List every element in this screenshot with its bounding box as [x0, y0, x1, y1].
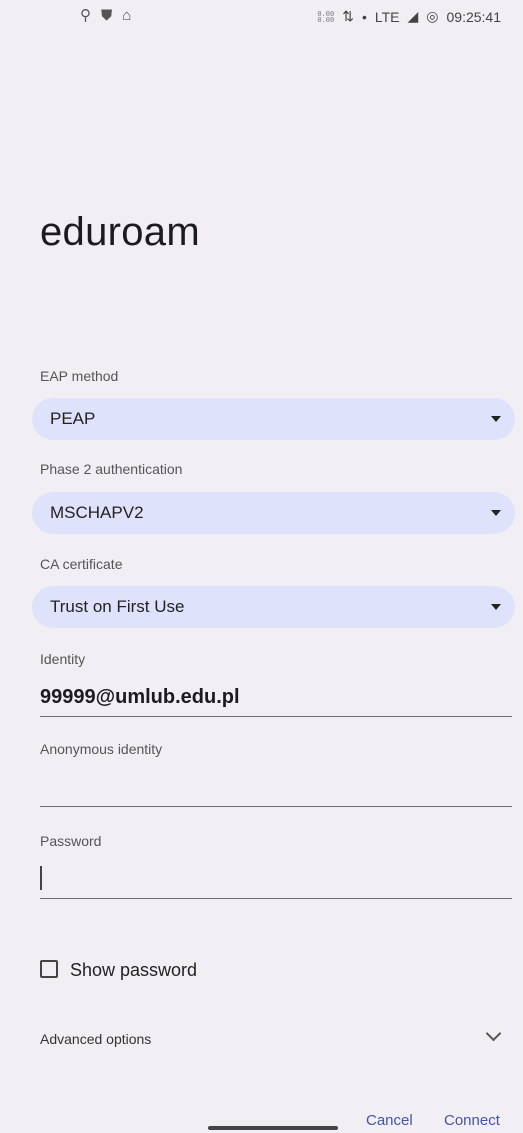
data-speed-indicator: 0.00 0.00 — [317, 9, 335, 24]
password-field[interactable] — [40, 862, 512, 899]
text-cursor — [40, 866, 42, 890]
dropdown-arrow-icon — [491, 510, 501, 516]
status-bar: ⚲ ⛊ ⌂ 0.00 0.00 ⇅ • LTE ◢ ◎ 09:25:41 — [0, 0, 523, 40]
identity-field[interactable] — [40, 680, 512, 717]
anonymous-identity-label: Anonymous identity — [40, 741, 163, 757]
clock: 09:25:41 — [446, 8, 502, 25]
ca-certificate-label: CA certificate — [40, 556, 123, 572]
network-title: eduroam — [40, 210, 200, 254]
home-icon: ⌂ — [122, 6, 132, 24]
signal-icon: ◢ — [407, 8, 419, 24]
ca-certificate-dropdown[interactable]: Trust on First Use — [32, 586, 515, 628]
network-type: LTE — [374, 8, 400, 25]
sync-icon: ⚲ — [80, 7, 91, 24]
status-indicators: 0.00 0.00 ⇅ • LTE ◢ ◎ 09:25:41 — [317, 8, 501, 25]
identity-label: Identity — [40, 651, 86, 667]
anonymous-identity-field[interactable] — [40, 770, 512, 807]
cancel-button[interactable]: Cancel — [366, 1112, 413, 1129]
dropdown-arrow-icon — [491, 604, 501, 610]
connect-button[interactable]: Connect — [444, 1112, 500, 1129]
notification-icons: ⚲ ⛊ ⌂ — [80, 6, 132, 25]
eap-method-label: EAP method — [40, 368, 119, 384]
chevron-down-icon[interactable] — [485, 1025, 502, 1042]
advanced-options-label[interactable]: Advanced options — [40, 1031, 151, 1047]
phase2-value: MSCHAPV2 — [50, 503, 144, 522]
phase2-dropdown[interactable]: MSCHAPV2 — [32, 492, 515, 534]
dropdown-arrow-icon — [491, 416, 501, 422]
phase2-label: Phase 2 authentication — [40, 461, 183, 477]
eap-method-dropdown[interactable]: PEAP — [32, 398, 515, 440]
data-transfer-icon: ⇅ — [342, 8, 354, 24]
status-dot: • — [361, 8, 367, 25]
eap-method-value: PEAP — [50, 409, 96, 428]
show-password-label[interactable]: Show password — [70, 960, 197, 981]
gesture-nav-bar[interactable] — [208, 1126, 338, 1130]
password-label: Password — [40, 833, 102, 849]
show-password-checkbox[interactable] — [40, 960, 58, 978]
shield-icon: ⛊ — [101, 6, 113, 24]
alarm-icon: ◎ — [426, 8, 439, 24]
ca-certificate-value: Trust on First Use — [50, 597, 185, 616]
